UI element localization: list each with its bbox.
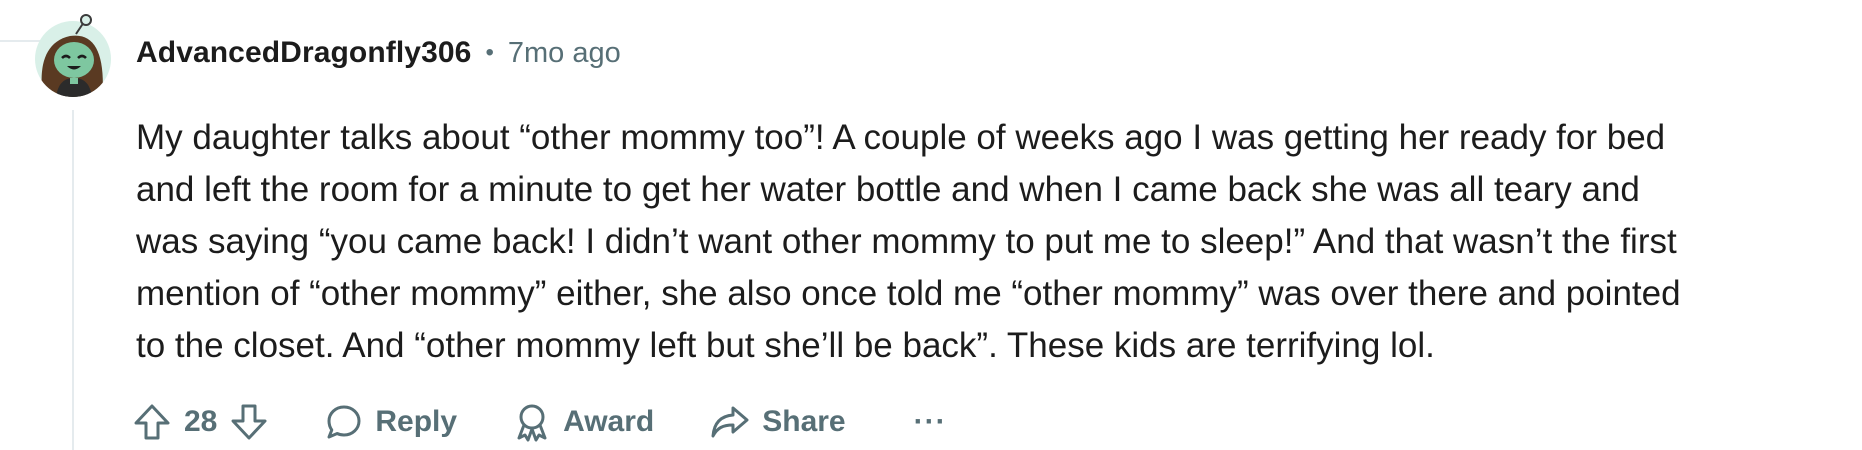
vote-count: 28 bbox=[184, 405, 218, 438]
upvote-button[interactable] bbox=[132, 402, 172, 442]
share-button[interactable]: Share bbox=[710, 403, 846, 441]
thread-line[interactable] bbox=[72, 110, 74, 450]
comment-header: AdvancedDragonfly306 • 7mo ago bbox=[136, 30, 621, 76]
meta-separator: • bbox=[485, 39, 494, 66]
comment-actions: 28 Reply Award Share ··· bbox=[132, 396, 947, 448]
reply-button[interactable]: Reply bbox=[325, 403, 457, 441]
downvote-arrow-icon bbox=[231, 404, 267, 440]
avatar[interactable] bbox=[30, 12, 116, 98]
comment-body-line: and left the room for a minute to get he… bbox=[136, 170, 1640, 209]
timestamp[interactable]: 7mo ago bbox=[508, 37, 621, 70]
share-arrow-icon bbox=[711, 406, 749, 438]
comment-body-line: mention of “other mommy” either, she als… bbox=[136, 274, 1681, 313]
comment-body-line: to the closet. And “other mommy left but… bbox=[136, 326, 1435, 365]
snoo-avatar-icon bbox=[35, 14, 111, 97]
upvote-arrow-icon bbox=[134, 404, 170, 440]
share-label: Share bbox=[762, 405, 846, 438]
award-ribbon-icon bbox=[517, 404, 547, 442]
award-button[interactable]: Award bbox=[513, 402, 654, 442]
more-options-button[interactable]: ··· bbox=[914, 405, 947, 439]
comment: AdvancedDragonfly306 • 7mo ago My daught… bbox=[0, 0, 1862, 450]
downvote-button[interactable] bbox=[229, 402, 269, 442]
award-label: Award bbox=[563, 405, 655, 438]
comment-body: My daughter talks about “other mommy too… bbox=[136, 112, 1836, 372]
speech-bubble-icon bbox=[327, 405, 361, 439]
author-username[interactable]: AdvancedDragonfly306 bbox=[136, 36, 471, 70]
reply-label: Reply bbox=[375, 405, 458, 438]
vote-group: 28 bbox=[132, 402, 269, 442]
comment-body-line: was saying “you came back! I didn’t want… bbox=[136, 222, 1677, 261]
comment-body-line: My daughter talks about “other mommy too… bbox=[136, 118, 1666, 157]
